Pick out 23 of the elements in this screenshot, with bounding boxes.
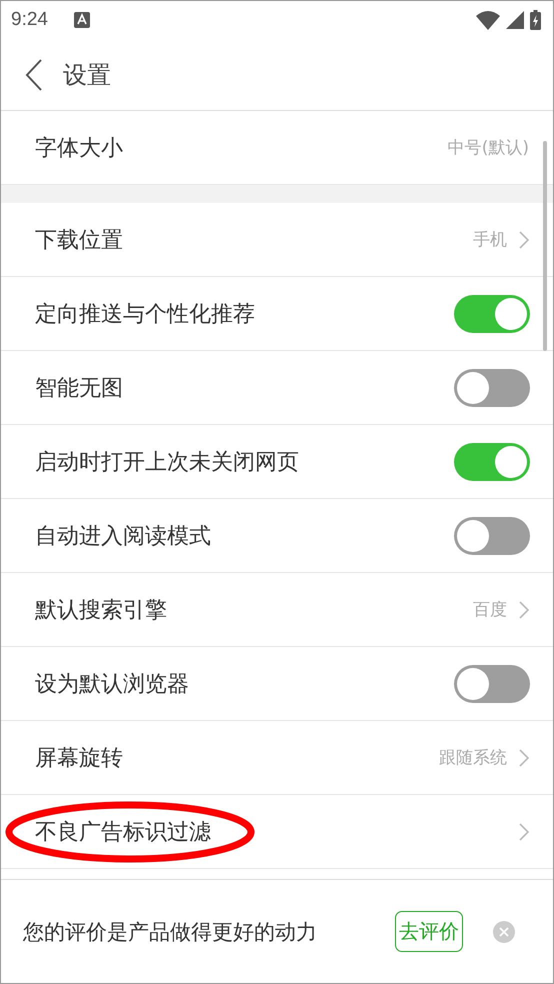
toggle-switch[interactable] [454, 442, 530, 480]
chevron-right-icon [519, 230, 529, 248]
setting-value: 跟随系统 [439, 747, 507, 769]
setting-value: 手机 [473, 229, 507, 251]
keyboard-icon [74, 12, 90, 28]
back-button[interactable] [25, 58, 43, 90]
chevron-right-icon [519, 822, 529, 840]
page-title: 设置 [63, 60, 111, 90]
setting-value: 百度 [473, 599, 507, 621]
chevron-right-icon [519, 748, 529, 766]
status-time: 9:24 [11, 9, 48, 31]
setting-value: 中号(默认) [448, 137, 529, 159]
toggle-switch[interactable] [454, 368, 530, 406]
back-icon [25, 58, 43, 90]
battery-icon [530, 10, 541, 30]
toggle-switch[interactable] [454, 664, 530, 702]
toggle-switch[interactable] [454, 516, 530, 554]
signal-icon [506, 11, 524, 29]
rating-message: 您的评价是产品做得更好的动力 [23, 918, 317, 946]
close-icon[interactable] [493, 920, 515, 942]
toggle-switch[interactable] [454, 294, 530, 332]
wifi-icon [476, 10, 500, 30]
chevron-right-icon [519, 600, 529, 618]
